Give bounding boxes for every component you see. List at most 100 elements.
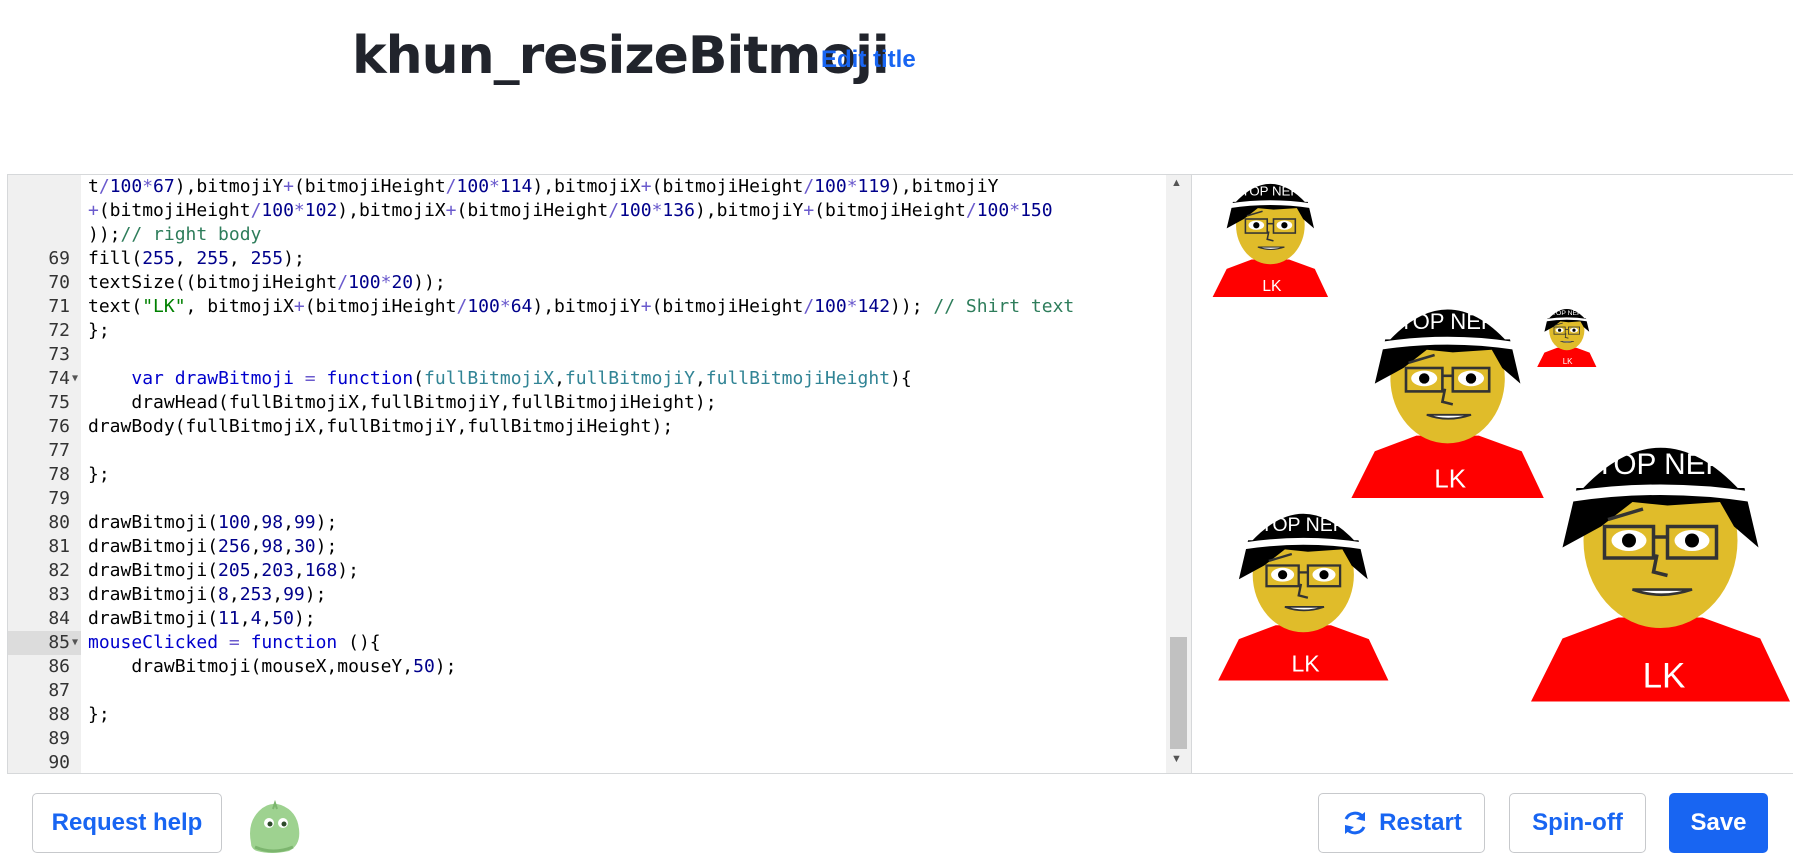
line-number: 69	[48, 248, 70, 269]
green-blob-avatar-icon	[250, 799, 300, 853]
code-text[interactable]: drawBitmoji(100,98,99);	[88, 511, 337, 535]
code-line[interactable]: 90	[8, 751, 1168, 773]
restart-button[interactable]: Restart	[1318, 793, 1485, 853]
code-line[interactable]: 71 text("LK", bitmojiX+(bitmojiHeight/100…	[8, 295, 1168, 319]
code-text[interactable]: var drawBitmoji = function(fullBitmojiX,…	[88, 367, 911, 391]
line-number: 74	[48, 368, 70, 389]
shirt-text: LK	[1434, 464, 1466, 494]
line-number: 75	[48, 392, 70, 413]
code-text[interactable]: drawBitmoji(256,98,30);	[88, 535, 337, 559]
code-text[interactable]: mouseClicked = function (){	[88, 631, 381, 655]
code-line[interactable]: 80 drawBitmoji(100,98,99);	[8, 511, 1168, 535]
line-number: 71	[48, 296, 70, 317]
line-number: 82	[48, 560, 70, 581]
code-line[interactable]: 74 ▼ var drawBitmoji = function(fullBitmo…	[8, 367, 1168, 391]
code-text[interactable]: };	[88, 703, 110, 727]
request-help-button[interactable]: Request help	[32, 793, 222, 853]
spin-off-button[interactable]: Spin-off	[1509, 793, 1646, 853]
scroll-down-arrow-icon[interactable]: ▼	[1171, 753, 1182, 765]
bitmoji-drawing: TOP NEPLKTOP NEPLKTOP NEPLKTOP NEPLKTOP …	[1211, 183, 1792, 704]
code-line[interactable]: 83 drawBitmoji(8,253,99);	[8, 583, 1168, 607]
output-canvas[interactable]: TOP NEP LK TOP NEP LK TOP NEP LK TOP NEP LK TOP …	[1191, 175, 1793, 773]
code-line[interactable]: 85 ▼ mouseClicked = function (){	[8, 631, 1168, 655]
hat-text: TOP NEP	[1596, 448, 1726, 481]
line-number: 70	[48, 272, 70, 293]
code-text[interactable]: };	[88, 463, 110, 487]
code-text[interactable]: drawBitmoji(11,4,50);	[88, 607, 316, 631]
code-line[interactable]: 87	[8, 679, 1168, 703]
shirt-text: LK	[1262, 278, 1282, 295]
code-line[interactable]: 82 drawBitmoji(205,203,168);	[8, 559, 1168, 583]
shirt-text: LK	[1643, 657, 1686, 696]
code-editor[interactable]: t/100*67),bitmojiY+(bitmojiHeight/100*11…	[8, 175, 1191, 773]
code-text[interactable]: drawBitmoji(8,253,99);	[88, 583, 326, 607]
code-text[interactable]: ));// right body	[88, 223, 261, 247]
save-button[interactable]: Save	[1669, 793, 1768, 853]
code-line[interactable]: 79	[8, 487, 1168, 511]
line-number: 84	[48, 608, 70, 629]
hat-text: TOP NEP	[1242, 184, 1300, 199]
bitmoji-figure: TOP NEP LK	[1211, 183, 1329, 298]
restart-label: Restart	[1379, 809, 1462, 836]
line-number: 76	[48, 416, 70, 437]
code-line[interactable]: 84 drawBitmoji(11,4,50);	[8, 607, 1168, 631]
scrollbar-thumb[interactable]	[1170, 637, 1187, 749]
code-line[interactable]: 73	[8, 343, 1168, 367]
code-line[interactable]: 75 drawHead(fullBitmojiX,fullBitmojiY,fu…	[8, 391, 1168, 415]
workspace-panel: t/100*67),bitmojiY+(bitmojiHeight/100*11…	[7, 174, 1793, 774]
code-text[interactable]: fill(255, 255, 255);	[88, 247, 305, 271]
hat-text: TOP NEP	[1552, 310, 1582, 317]
code-text[interactable]: drawBody(fullBitmojiX,fullBitmojiY,fullB…	[88, 415, 673, 439]
code-line[interactable]: 78};	[8, 463, 1168, 487]
code-text[interactable]: drawBitmoji(mouseX,mouseY,50);	[88, 655, 456, 679]
line-number: 85	[48, 632, 70, 653]
page-title: khun_resizeBitmoji	[352, 26, 890, 86]
code-line[interactable]: 76 drawBody(fullBitmojiX,fullBitmojiY,ful…	[8, 415, 1168, 439]
bitmoji-figure: TOP NEP LK	[1217, 512, 1390, 682]
scroll-up-arrow-icon[interactable]: ▲	[1171, 177, 1182, 189]
code-line[interactable]: 69 fill(255, 255, 255);	[8, 247, 1168, 271]
code-text[interactable]: };	[88, 319, 110, 343]
line-number: 77	[48, 440, 70, 461]
code-line[interactable]: ));// right body	[8, 223, 1168, 247]
code-text[interactable]: text("LK", bitmojiX+(bitmojiHeight/100*6…	[88, 295, 1074, 319]
code-text[interactable]: t/100*67),bitmojiY+(bitmojiHeight/100*11…	[88, 175, 998, 199]
shirt-text: LK	[1563, 357, 1573, 366]
code-text[interactable]: drawHead(fullBitmojiX,fullBitmojiY,fullB…	[88, 391, 716, 415]
refresh-icon	[1344, 811, 1366, 835]
edit-title-link[interactable]: Edit title	[821, 46, 916, 74]
line-number: 72	[48, 320, 70, 341]
code-text[interactable]: drawBitmoji(205,203,168);	[88, 559, 359, 583]
line-number: 81	[48, 536, 70, 557]
code-text[interactable]: textSize((bitmojiHeight/100*20));	[88, 271, 446, 295]
code-line[interactable]: 72};	[8, 319, 1168, 343]
shirt-text: LK	[1292, 650, 1321, 676]
line-number: 89	[48, 728, 70, 749]
line-number: 83	[48, 584, 70, 605]
line-number: 80	[48, 512, 70, 533]
code-text[interactable]: +(bitmojiHeight/100*102),bitmojiX+(bitmo…	[88, 199, 1053, 223]
hat-text: TOP NEP	[1261, 514, 1346, 536]
line-number: 90	[48, 752, 70, 773]
code-line[interactable]: 88};	[8, 703, 1168, 727]
hat-text: TOP NEP	[1400, 309, 1496, 334]
code-line[interactable]: 86 drawBitmoji(mouseX,mouseY,50);	[8, 655, 1168, 679]
code-line[interactable]: t/100*67),bitmojiY+(bitmojiHeight/100*11…	[8, 175, 1168, 199]
code-line[interactable]: 89	[8, 727, 1168, 751]
bitmoji-figure: TOP NEP LK	[1536, 308, 1597, 368]
line-number: 86	[48, 656, 70, 677]
line-number: 78	[48, 464, 70, 485]
code-line[interactable]: 77	[8, 439, 1168, 463]
code-line[interactable]: +(bitmojiHeight/100*102),bitmojiX+(bitmo…	[8, 199, 1168, 223]
fold-arrow-icon[interactable]: ▼	[72, 367, 78, 391]
line-number: 73	[48, 344, 70, 365]
bitmoji-figure: TOP NEP LK	[1529, 446, 1792, 704]
fold-arrow-icon[interactable]: ▼	[72, 631, 78, 655]
line-number: 88	[48, 704, 70, 725]
line-number: 79	[48, 488, 70, 509]
code-line[interactable]: 81 drawBitmoji(256,98,30);	[8, 535, 1168, 559]
bitmoji-figure: TOP NEP LK	[1350, 308, 1546, 500]
line-number: 87	[48, 680, 70, 701]
code-line[interactable]: 70 textSize((bitmojiHeight/100*20));	[8, 271, 1168, 295]
editor-scrollbar[interactable]: ▲ ▼	[1166, 175, 1191, 773]
